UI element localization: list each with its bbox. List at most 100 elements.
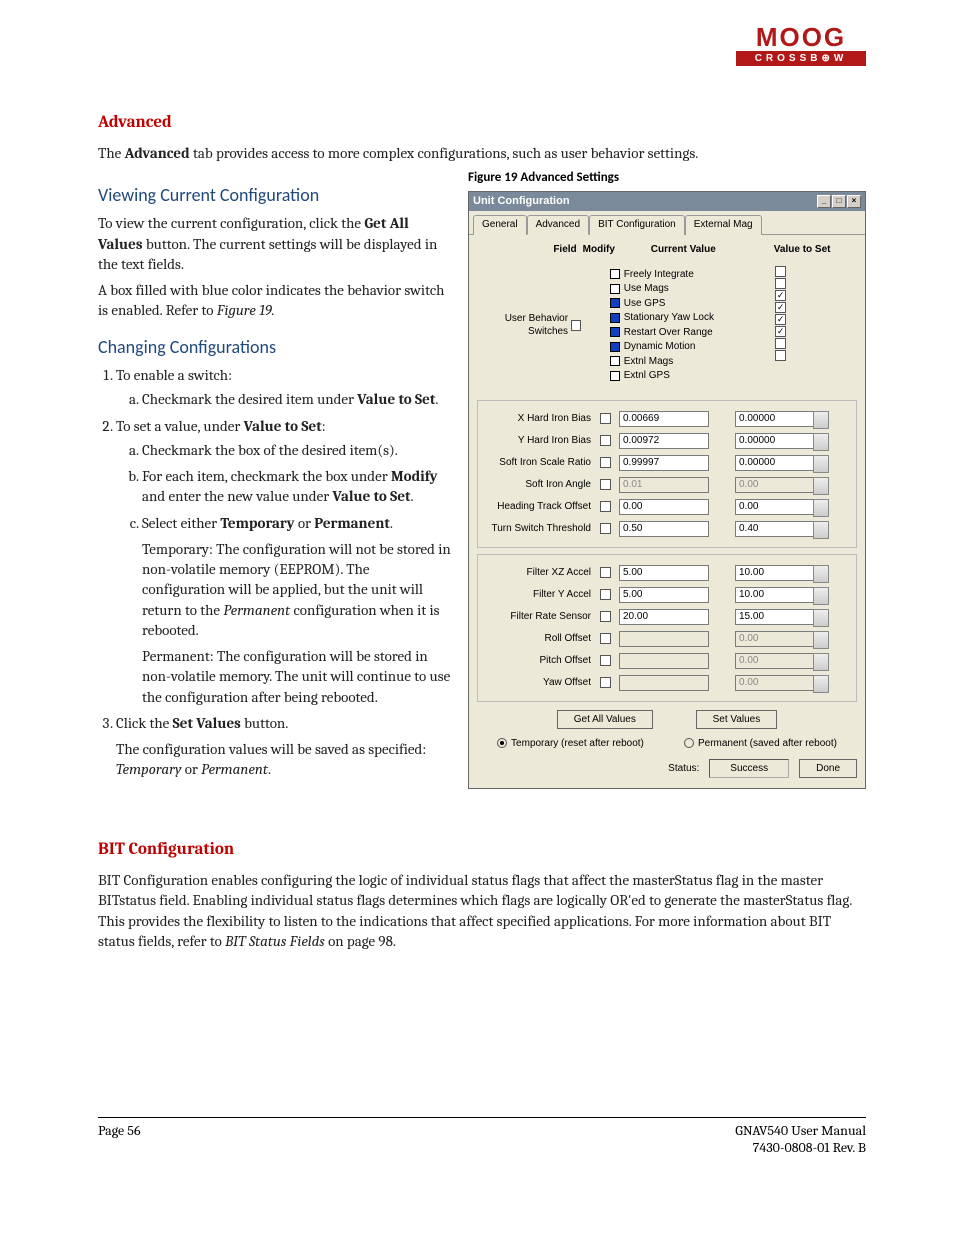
switch-vts-checkbox[interactable]: [775, 350, 786, 361]
switch-vts-checkbox[interactable]: [775, 326, 786, 337]
field-row: Roll Offset0.00: [482, 629, 852, 649]
current-value-input: [619, 675, 709, 691]
value-to-set-input: 0.00: [735, 653, 815, 669]
value-to-set-input[interactable]: 0.00000: [735, 411, 815, 427]
footer-page: Page 56: [98, 1122, 141, 1156]
switch-0: Freely Integrate: [610, 268, 741, 282]
close-icon[interactable]: ×: [847, 195, 861, 208]
switch-label: Extnl GPS: [624, 369, 670, 383]
get-all-values-button[interactable]: Get All Values: [557, 710, 653, 730]
value-to-set-input: 0.00: [735, 675, 815, 691]
field-row: Pitch Offset 0.00: [482, 651, 852, 671]
modify-checkbox[interactable]: [600, 523, 611, 534]
tab-bit-config[interactable]: BIT Configuration: [589, 215, 685, 236]
ubs-label: User Behavior Switches: [477, 312, 568, 339]
viewing-heading: Viewing Current Configuration: [98, 183, 452, 207]
switch-vts-checkbox[interactable]: [775, 302, 786, 313]
tab-general[interactable]: General: [473, 215, 527, 236]
minimize-icon[interactable]: _: [817, 195, 831, 208]
switch-color-icon: [610, 284, 620, 294]
value-to-set-input[interactable]: 0.40: [735, 521, 815, 537]
switch-vts-checkbox[interactable]: [775, 290, 786, 301]
value-to-set-input[interactable]: 10.00: [735, 587, 815, 603]
current-value-input[interactable]: 0.00669: [619, 411, 709, 427]
switch-2: Use GPS: [610, 297, 741, 311]
value-to-set-input[interactable]: 0.00000: [735, 433, 815, 449]
radio-temporary[interactable]: Temporary (reset after reboot): [497, 737, 644, 751]
hdr-modify: Modify: [583, 243, 620, 257]
modify-checkbox[interactable]: [600, 567, 611, 578]
value-to-set-input[interactable]: 15.00: [735, 609, 815, 625]
value-to-set-input[interactable]: 10.00: [735, 565, 815, 581]
switch-6: Extnl Mags: [610, 355, 741, 369]
modify-checkbox[interactable]: [600, 413, 611, 424]
logo-moog-text: MOOG: [736, 22, 866, 53]
current-value-input[interactable]: 5.00: [619, 565, 709, 581]
current-value-input[interactable]: 0.00972: [619, 433, 709, 449]
maximize-icon[interactable]: □: [832, 195, 846, 208]
switch-label: Restart Over Range: [624, 326, 713, 340]
switch-color-icon: [610, 298, 620, 308]
modify-checkbox[interactable]: [600, 501, 611, 512]
bit-config-heading: BIT Configuration: [98, 839, 866, 862]
current-value-input[interactable]: 0.00: [619, 499, 709, 515]
switch-vts-checkbox[interactable]: [775, 278, 786, 289]
logo-crossbow-text: CROSSB⊕W: [736, 51, 866, 66]
field-row: X Hard Iron Bias0.006690.00000: [482, 409, 852, 429]
current-value-input[interactable]: 0.50: [619, 521, 709, 537]
field-label: Soft Iron Scale Ratio: [482, 456, 597, 470]
hdr-vts: Value to Set: [747, 243, 857, 257]
field-label: Filter Y Accel: [482, 588, 597, 602]
switch-label: Freely Integrate: [624, 268, 694, 282]
page-footer: Page 56 GNAV540 User Manual 7430-0808-01…: [98, 1117, 866, 1156]
value-to-set-input: 0.00: [735, 631, 815, 647]
modify-checkbox[interactable]: [600, 611, 611, 622]
switch-label: Stationary Yaw Lock: [624, 311, 714, 325]
footer-manual: GNAV540 User Manual: [735, 1122, 866, 1139]
tab-external-mag[interactable]: External Mag: [685, 215, 762, 236]
switch-3: Stationary Yaw Lock: [610, 311, 741, 325]
field-label: Heading Track Offset: [482, 500, 597, 514]
ubs-modify-checkbox[interactable]: [571, 320, 581, 331]
field-group-1: X Hard Iron Bias0.006690.00000Y Hard Iro…: [477, 400, 857, 548]
value-to-set-input[interactable]: 0.00: [735, 499, 815, 515]
radio-permanent[interactable]: Permanent (saved after reboot): [684, 737, 837, 751]
modify-checkbox[interactable]: [600, 457, 611, 468]
unit-config-dialog: Unit Configuration _ □ × General Advance…: [468, 191, 866, 789]
modify-checkbox[interactable]: [600, 633, 611, 644]
value-to-set-input[interactable]: 0.00000: [735, 455, 815, 471]
bit-config-body: BIT Configuration enables configuring th…: [98, 870, 866, 951]
viewing-p2: A box filled with blue color indicates t…: [98, 280, 452, 321]
field-label: Turn Switch Threshold: [482, 522, 597, 536]
viewing-p1: To view the current configuration, click…: [98, 213, 452, 274]
changing-heading: Changing Configurations: [98, 335, 452, 359]
switch-vts-checkbox[interactable]: [775, 314, 786, 325]
switch-7: Extnl GPS: [610, 369, 741, 383]
brand-logo: MOOG CROSSB⊕W: [736, 22, 866, 66]
field-row: Turn Switch Threshold 0.50 0.40: [482, 519, 852, 539]
modify-checkbox[interactable]: [600, 479, 611, 490]
dialog-title: Unit Configuration: [473, 194, 570, 209]
current-value-input[interactable]: 0.99997: [619, 455, 709, 471]
switch-list: Freely IntegrateUse MagsUse GPSStationar…: [608, 265, 741, 386]
field-row: Y Hard Iron Bias 0.00972 0.00000: [482, 431, 852, 451]
switch-vts-checkbox[interactable]: [775, 266, 786, 277]
modify-checkbox[interactable]: [600, 677, 611, 688]
done-button[interactable]: Done: [799, 759, 857, 779]
field-label: Pitch Offset: [482, 654, 597, 668]
current-value-input[interactable]: 20.00: [619, 609, 709, 625]
field-row: Filter Y Accel 5.00 10.00: [482, 585, 852, 605]
set-values-button[interactable]: Set Values: [696, 710, 778, 730]
modify-checkbox[interactable]: [600, 435, 611, 446]
modify-checkbox[interactable]: [600, 589, 611, 600]
current-value-input[interactable]: 5.00: [619, 587, 709, 603]
switch-vts-checkbox[interactable]: [775, 338, 786, 349]
switch-color-icon: [610, 356, 620, 366]
modify-checkbox[interactable]: [600, 655, 611, 666]
field-row: Soft Iron Scale Ratio 0.99997 0.00000: [482, 453, 852, 473]
status-value: Success: [709, 759, 789, 779]
switch-label: Dynamic Motion: [624, 340, 696, 354]
field-label: Y Hard Iron Bias: [482, 434, 597, 448]
tab-advanced[interactable]: Advanced: [527, 215, 589, 236]
switch-5: Dynamic Motion: [610, 340, 741, 354]
